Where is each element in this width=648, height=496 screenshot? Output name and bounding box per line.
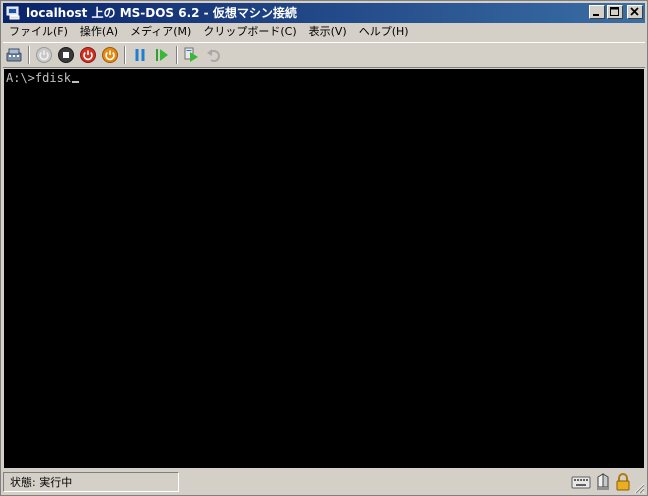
turn-off-icon [58,47,74,63]
lock-icon [616,473,630,491]
maximize-button[interactable] [607,5,623,19]
menu-action[interactable]: 操作(A) [74,23,124,41]
pause-icon [135,49,145,61]
close-button[interactable] [627,5,643,19]
resume-icon [156,49,168,61]
console-command: fdisk [34,71,72,85]
revert-button[interactable] [203,44,225,66]
status-text: 状態: 実行中 [3,472,179,492]
text-cursor [72,81,80,83]
resume-button[interactable] [151,44,173,66]
window-controls [589,5,643,19]
menu-help[interactable]: ヘルプ(H) [353,23,415,41]
ctrl-alt-del-button[interactable] [3,44,25,66]
vm-connection-window: localhost 上の MS-DOS 6.2 - 仮想マシン接続 ファイル(F… [0,0,648,496]
console-prompt: A:\> [6,71,35,85]
snapshot-button[interactable] [181,44,203,66]
status-bar: 状態: 実行中 [3,470,645,494]
shut-down-button[interactable] [77,44,99,66]
menu-clipboard[interactable]: クリップボード(C) [197,23,302,41]
minimize-icon [593,14,599,16]
turn-off-button[interactable] [55,44,77,66]
toolbar-separator [124,46,126,64]
title-bar[interactable]: localhost 上の MS-DOS 6.2 - 仮想マシン接続 [3,3,645,23]
vm-app-icon [6,5,22,21]
status-icons [571,473,631,491]
start-icon [36,47,52,63]
shut-down-icon [80,47,96,63]
minimize-button[interactable] [589,5,605,19]
pause-button[interactable] [129,44,151,66]
menu-view[interactable]: 表示(V) [303,23,353,41]
save-state-button[interactable] [99,44,121,66]
status-spacer [179,472,571,492]
close-icon [630,7,639,16]
toolbar-separator [28,46,30,64]
menu-bar: ファイル(F) 操作(A) メディア(M) クリップボード(C) 表示(V) ヘ… [3,23,645,41]
start-button[interactable] [33,44,55,66]
resize-grip-icon[interactable] [633,482,645,494]
keyboard-icon [571,476,591,489]
maximize-icon [610,7,619,16]
toolbar [3,42,645,68]
console-line: A:\>fdisk [6,71,80,85]
menu-media[interactable]: メディア(M) [124,23,197,41]
revert-icon [207,49,220,62]
mouse-icon [597,473,609,490]
window-title: localhost 上の MS-DOS 6.2 - 仮想マシン接続 [26,6,297,20]
toolbar-separator [176,46,178,64]
snapshot-icon [184,47,198,62]
menu-file[interactable]: ファイル(F) [3,23,74,41]
ctrl-alt-del-icon [6,48,22,62]
vm-screen[interactable]: A:\>fdisk [4,69,644,468]
save-icon [102,47,118,63]
